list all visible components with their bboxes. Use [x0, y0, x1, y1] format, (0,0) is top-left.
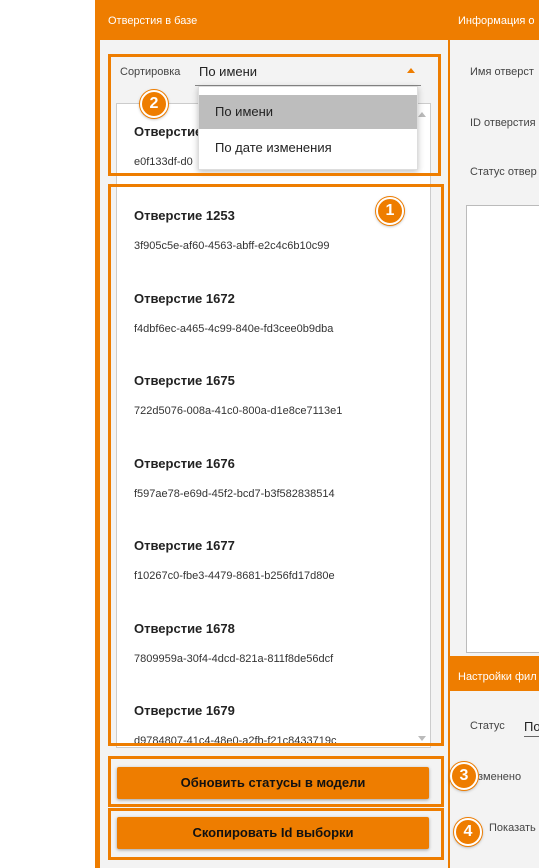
- hole-id-label: ID отверстия: [470, 117, 536, 129]
- badge-1: 1: [376, 197, 404, 225]
- badge-4: 4: [454, 818, 482, 846]
- filter-panel-header: Настройки фил: [450, 656, 539, 691]
- info-panel-header: Информация о: [450, 0, 539, 40]
- holes-panel-header: Отверстия в базе: [100, 0, 450, 40]
- show-label: Показать: [489, 822, 536, 834]
- filter-status-label: Статус: [470, 720, 505, 732]
- hole-status-label: Статус отвер: [470, 166, 537, 178]
- highlight-copy-button: [108, 808, 444, 860]
- panel-divider: [448, 40, 450, 868]
- changed-label: зменено: [478, 771, 522, 783]
- badge-3: 3: [450, 762, 478, 790]
- hole-name-label: Имя отверст: [470, 66, 534, 78]
- badge-2: 2: [140, 90, 168, 118]
- filter-status-combobox[interactable]: По: [524, 715, 539, 737]
- status-text-area[interactable]: [466, 205, 539, 653]
- highlight-update-button: [108, 756, 444, 807]
- highlight-list-area: [108, 184, 444, 746]
